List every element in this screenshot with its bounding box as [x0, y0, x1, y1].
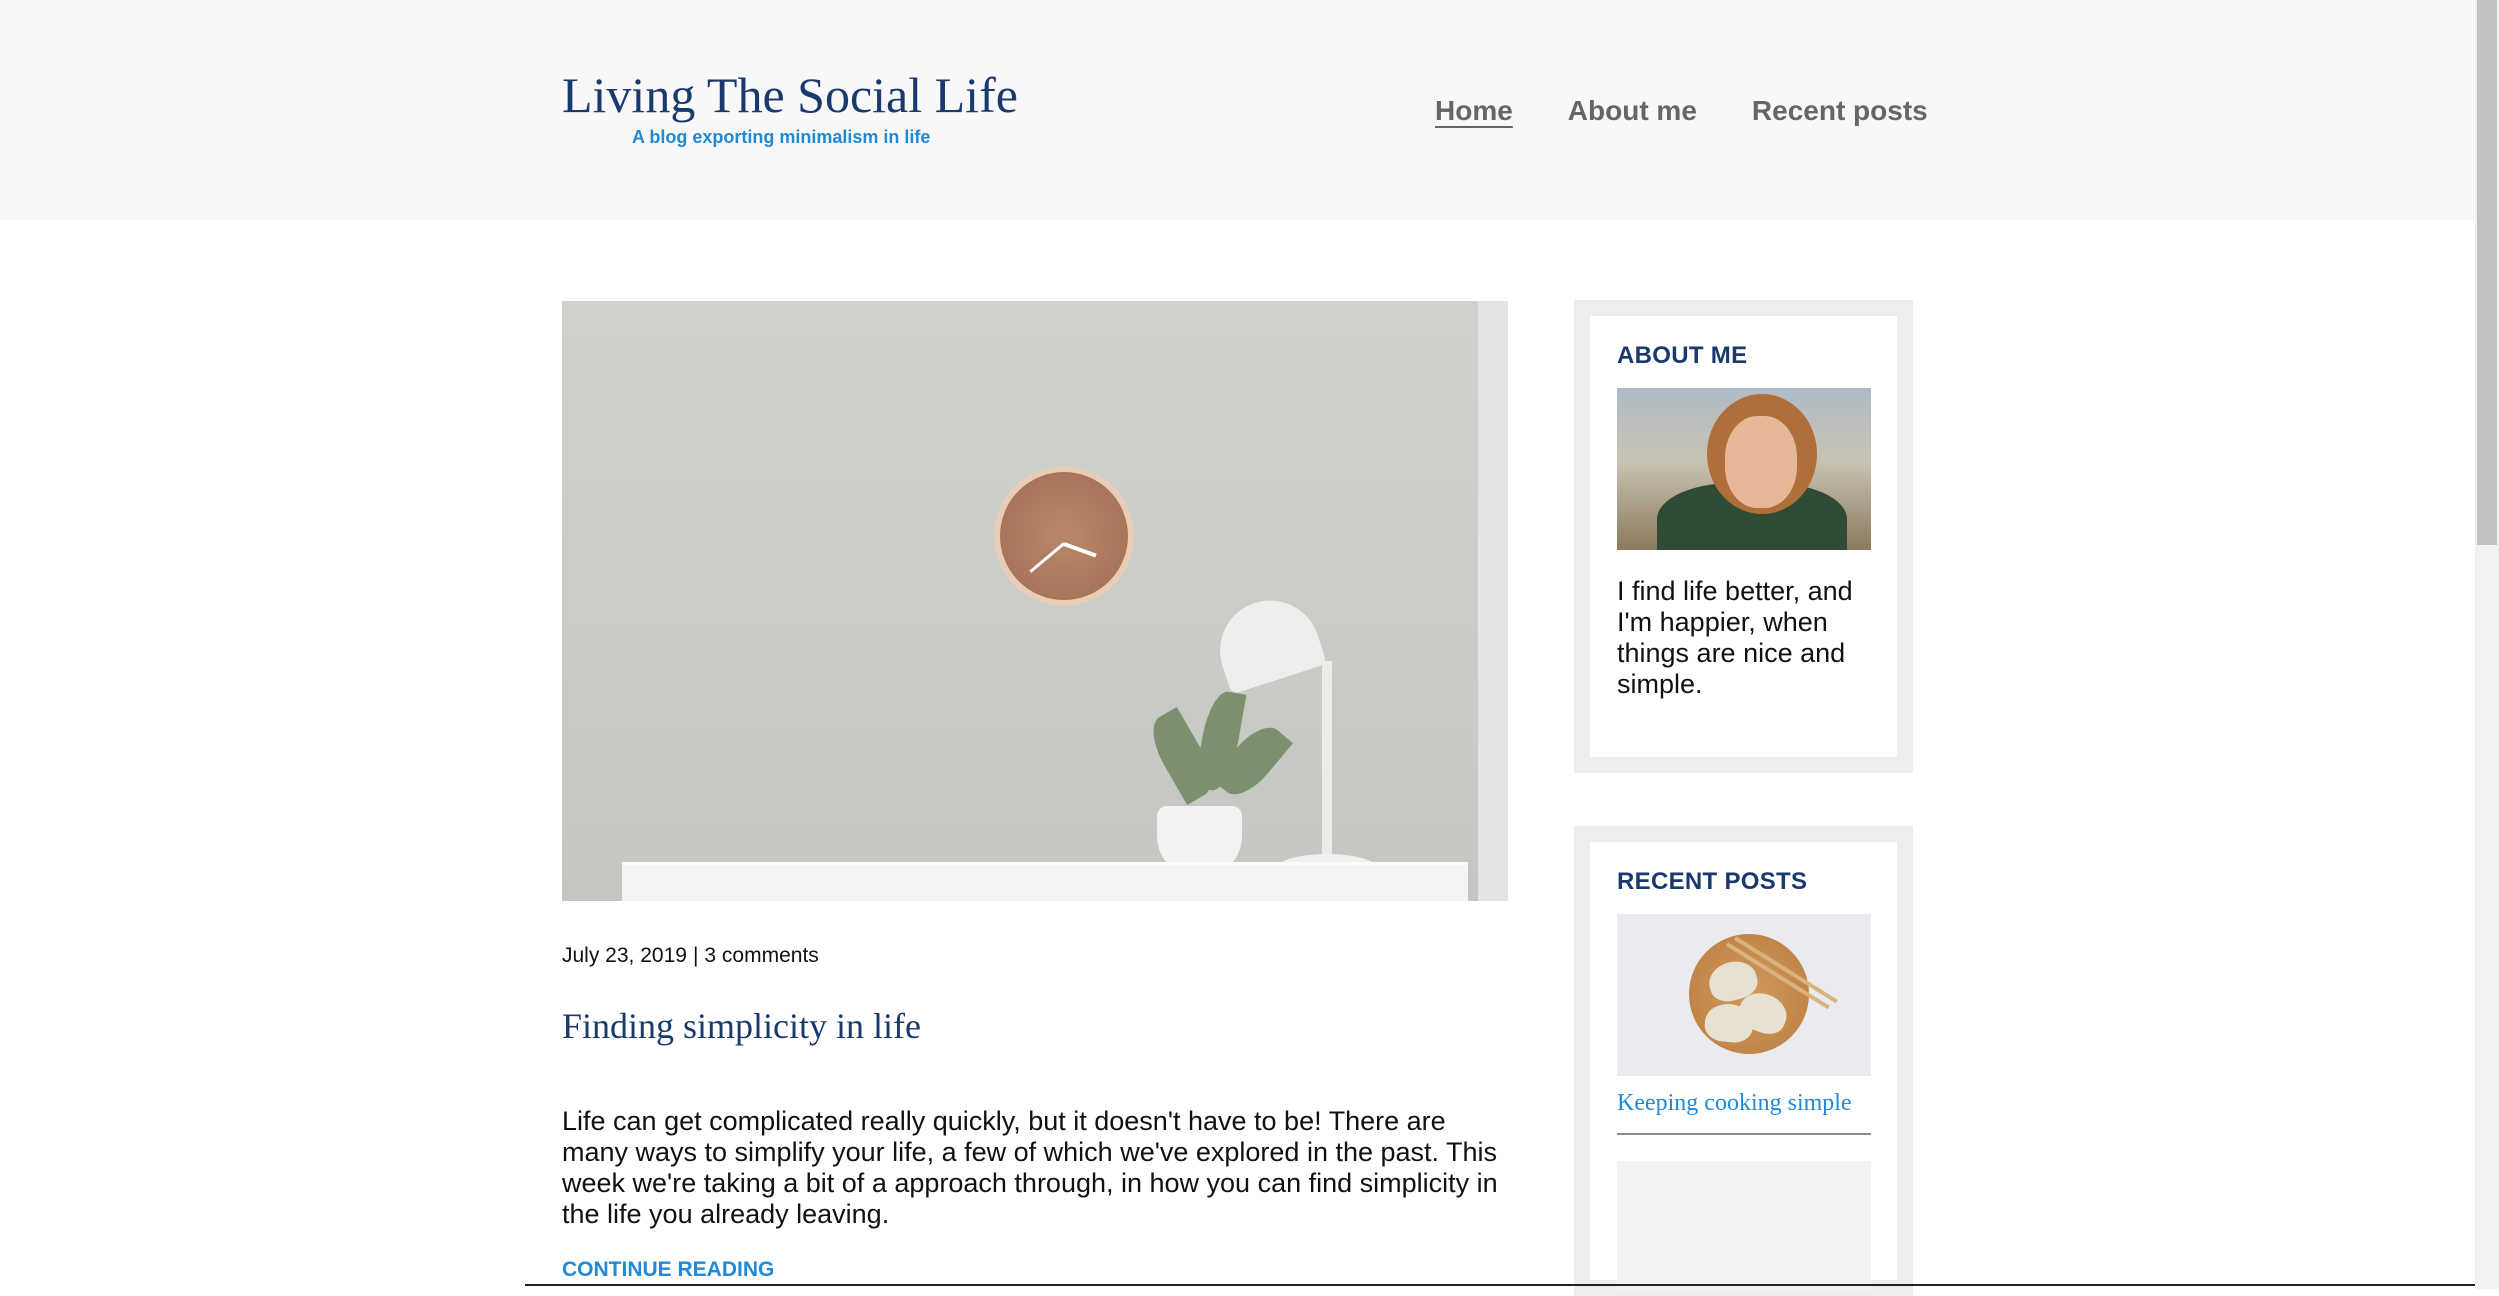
- site-tagline: A blog exporting minimalism in life: [632, 127, 931, 147]
- post-meta: July 23, 2019 | 3 comments: [562, 944, 819, 968]
- recent-post-thumbnail[interactable]: [1617, 914, 1871, 1076]
- recent-posts-heading: RECENT POSTS: [1617, 868, 1808, 895]
- meta-separator: |: [692, 944, 699, 967]
- recent-post-thumbnail[interactable]: [1617, 1161, 1871, 1291]
- main-nav: Home About me Recent posts: [1435, 95, 1928, 127]
- recent-post-link[interactable]: Keeping cooking simple: [1617, 1090, 1870, 1117]
- nav-item-about-me[interactable]: About me: [1568, 95, 1697, 127]
- lamp-shade: [1207, 587, 1327, 695]
- post-comments-link[interactable]: 3 comments: [704, 944, 818, 967]
- clock-illustration: [994, 466, 1134, 606]
- continue-reading-link[interactable]: CONTINUE READING: [562, 1258, 774, 1282]
- lamp-stem: [1322, 661, 1332, 861]
- author-photo: [1617, 388, 1871, 550]
- post-title[interactable]: Finding simplicity in life: [562, 1005, 921, 1047]
- recent-posts-widget-body: RECENT POSTS Keeping cooking simple: [1590, 842, 1897, 1291]
- about-me-widget: ABOUT ME I find life better, and I'm hap…: [1574, 300, 1913, 773]
- viewport-bottom-edge: [525, 1284, 2475, 1286]
- photo-face: [1725, 416, 1797, 508]
- site-title[interactable]: Living The Social Life: [562, 68, 1018, 123]
- nav-item-recent-posts[interactable]: Recent posts: [1752, 95, 1928, 127]
- clock-hour-hand: [1063, 542, 1097, 558]
- table-surface: [622, 862, 1468, 901]
- nav-item-home[interactable]: Home: [1435, 95, 1513, 127]
- scrollbar-thumb[interactable]: [2477, 0, 2497, 545]
- about-me-widget-body: ABOUT ME I find life better, and I'm hap…: [1590, 316, 1897, 757]
- page: Living The Social Life A blog exporting …: [0, 0, 2475, 1296]
- image-wall-edge: [1478, 301, 1508, 901]
- about-me-text: I find life better, and I'm happier, whe…: [1617, 576, 1853, 699]
- post-featured-image[interactable]: [562, 301, 1508, 901]
- recent-posts-widget: RECENT POSTS Keeping cooking simple: [1574, 826, 1913, 1296]
- vertical-scrollbar[interactable]: [2475, 0, 2499, 1289]
- about-me-heading: ABOUT ME: [1617, 342, 1748, 369]
- post-excerpt: Life can get complicated really quickly,…: [562, 1106, 1498, 1229]
- site-header: Living The Social Life A blog exporting …: [0, 0, 2475, 220]
- post-date: July 23, 2019: [562, 944, 687, 967]
- clock-minute-hand: [1029, 542, 1065, 573]
- recent-post-divider: [1617, 1133, 1871, 1135]
